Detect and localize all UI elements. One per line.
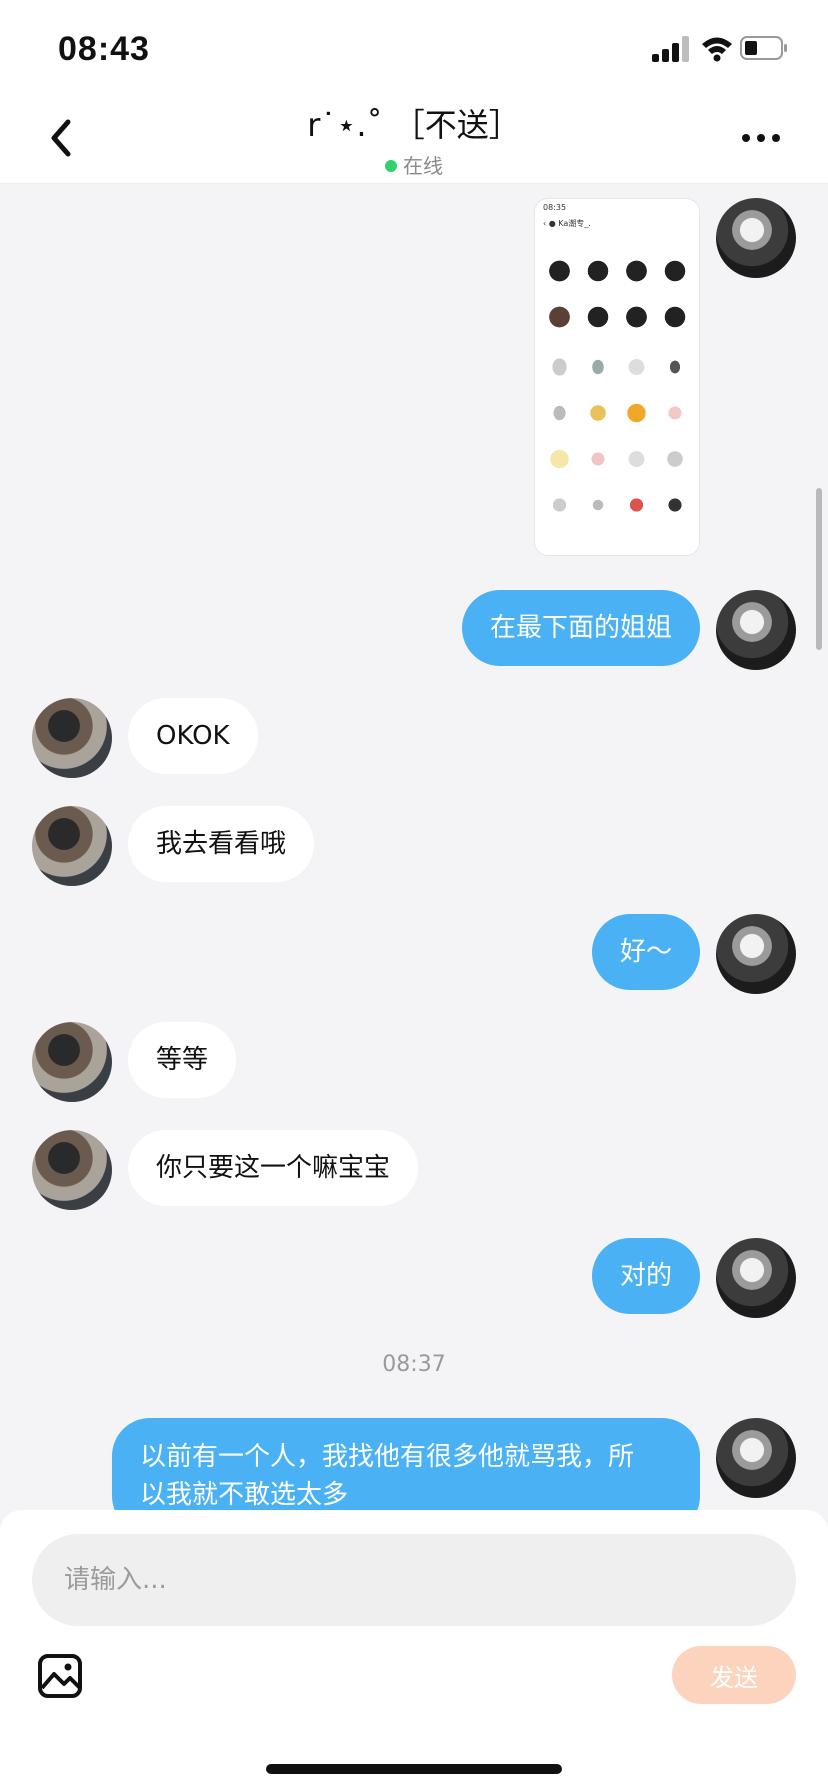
online-status: 在线 <box>0 150 828 179</box>
message-bubble-sent[interactable]: 以前有一个人，我找他有很多他就骂我，所 以我就不敢选太多 <box>112 1418 700 1510</box>
contact-name: r˙⋆.˚ ［不送］ <box>307 106 521 144</box>
contact-avatar[interactable] <box>32 1130 112 1210</box>
status-time: 08:43 <box>58 30 150 68</box>
scrollbar[interactable] <box>816 488 822 650</box>
message-bubble-received[interactable]: 你只要这一个嘛宝宝 <box>128 1130 419 1206</box>
contact-avatar[interactable] <box>32 1022 112 1102</box>
image-message[interactable]: 08:35 ‹ ● Ka潮专_. <box>534 198 700 556</box>
message-composer: 发送 <box>0 1510 828 1792</box>
message-bubble-received[interactable]: 等等 <box>128 1022 237 1098</box>
message-list[interactable]: 08:35 ‹ ● Ka潮专_. 在最下面的姐姐 OKOK 我去看看哦 好～ 等… <box>0 184 828 1510</box>
my-avatar[interactable] <box>716 590 796 670</box>
my-avatar[interactable] <box>716 198 796 278</box>
message-input[interactable] <box>32 1534 796 1626</box>
image-picker-icon[interactable] <box>36 1652 84 1700</box>
more-options-icon[interactable] <box>738 122 784 152</box>
message-line: 以我就不敢选太多 <box>140 1480 349 1510</box>
battery-icon <box>740 36 787 60</box>
online-status-label: 在线 <box>403 154 443 178</box>
image-thumbnail-name: Ka潮专_. <box>558 219 591 228</box>
contact-avatar[interactable] <box>32 698 112 778</box>
send-button[interactable]: 发送 <box>672 1646 796 1704</box>
cellular-signal-icon <box>652 36 690 62</box>
message-bubble-sent[interactable]: 在最下面的姐姐 <box>461 590 700 666</box>
message-bubble-received[interactable]: OKOK <box>128 698 258 774</box>
status-bar: 08:43 <box>0 0 828 92</box>
image-thumbnail-grid <box>535 251 699 529</box>
image-thumbnail-header: 08:35 ‹ ● Ka潮专_. <box>543 203 591 228</box>
image-thumbnail-time: 08:35 <box>543 203 567 212</box>
message-bubble-received[interactable]: 我去看看哦 <box>128 806 315 882</box>
home-indicator[interactable] <box>266 1764 562 1774</box>
message-bubble-sent[interactable]: 好～ <box>591 914 700 990</box>
chat-header: r˙⋆.˚ ［不送］ 在线 <box>0 92 828 184</box>
contact-avatar[interactable] <box>32 806 112 886</box>
my-avatar[interactable] <box>716 914 796 994</box>
my-avatar[interactable] <box>716 1238 796 1318</box>
my-avatar[interactable] <box>716 1418 796 1498</box>
image-thumbnail-tabs <box>535 235 699 251</box>
message-bubble-sent[interactable]: 对的 <box>591 1238 700 1314</box>
message-line: 以前有一个人，我找他有很多他就骂我，所 <box>140 1442 635 1472</box>
wifi-icon <box>702 37 732 62</box>
message-timestamp: 08:37 <box>382 1352 446 1377</box>
online-dot-icon <box>385 160 397 172</box>
